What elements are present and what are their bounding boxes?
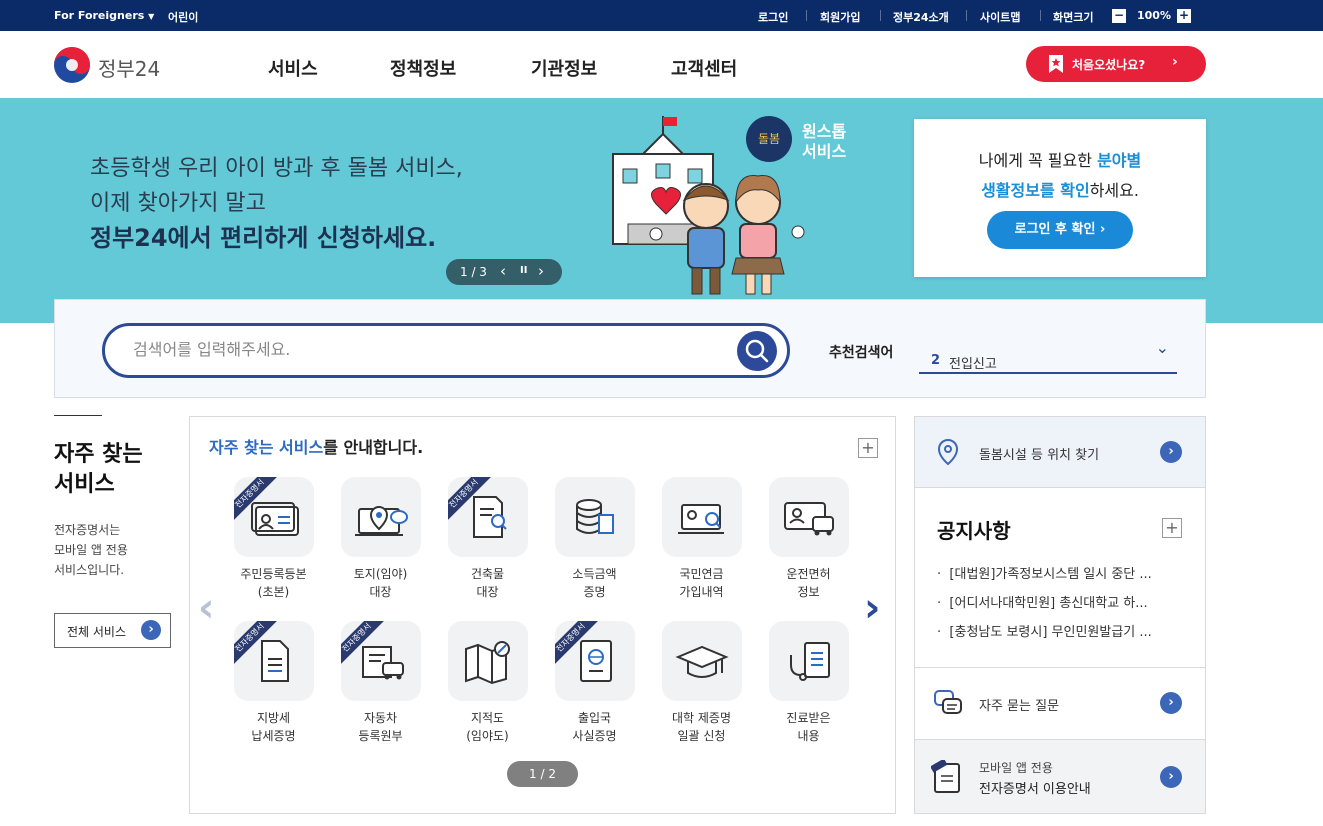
laptop-search-icon	[677, 504, 724, 534]
chevron-right-icon: ›	[141, 620, 161, 640]
next-slide-button[interactable]: ›	[538, 262, 544, 280]
services-heading: 자주 찾는 서비스를 안내합니다.	[209, 438, 424, 457]
login-link[interactable]: 로그인	[758, 9, 788, 25]
nav-policy[interactable]: 정책정보	[390, 55, 456, 81]
service-resident-registration[interactable]: 전자증명서 주민등록등본 (초본)	[220, 477, 327, 601]
bookmark-star-icon	[1049, 55, 1063, 73]
zoom-value: 100%	[1137, 9, 1171, 22]
map-pin-laptop-icon	[354, 506, 408, 536]
notice-item[interactable]: · [충청남도 보령시] 무인민원발급기 ...	[937, 621, 1152, 640]
service-land-register[interactable]: 토지(임야) 대장	[327, 477, 434, 601]
recommend-keyword[interactable]: 2 전입신고 ⌄	[919, 338, 1177, 374]
pause-button[interactable]: II	[520, 265, 527, 276]
nav-agency[interactable]: 기관정보	[531, 55, 597, 81]
all-services-button[interactable]: 전체 서비스 ›	[54, 613, 171, 648]
nav-services[interactable]: 서비스	[268, 55, 318, 81]
for-foreigners-link[interactable]: For Foreigners ▼	[54, 9, 154, 22]
taegeuk-logo-icon	[54, 47, 90, 83]
service-university-certificate[interactable]: 대학 제증명 일괄 신청	[648, 621, 755, 745]
caret-down-icon: ▼	[148, 12, 155, 21]
chevron-right-icon: ›	[1172, 54, 1178, 70]
search-panel: 추천검색어 2 전입신고 ⌄	[54, 299, 1206, 398]
service-local-tax[interactable]: 전자증명서 지방세 납세증명	[220, 621, 327, 745]
logo-text: 정부24	[98, 57, 161, 81]
mobile-ecert-guide-link[interactable]: 모바일 앱 전용 전자증명서 이용안내 ›	[915, 739, 1205, 813]
service-medical-record[interactable]: 진료받은 내용	[755, 621, 862, 745]
notice-title: 공지사항	[937, 519, 1011, 543]
faq-link[interactable]: 자주 묻는 질문 ›	[915, 667, 1205, 739]
notice-item[interactable]: · [대법원]가족정보시스템 일시 중단 ...	[937, 563, 1152, 582]
location-pin-icon	[937, 438, 959, 466]
frequent-intro: 자주 찾는 서비스 전자증명서는 모바일 앱 전용 서비스입니다. 전체 서비스…	[54, 415, 194, 675]
service-cadastral-map[interactable]: 지적도 (임야도)	[434, 621, 541, 745]
hero-line-1: 초등학생 우리 아이 방과 후 돌봄 서비스,	[90, 156, 463, 181]
search-box	[102, 323, 790, 378]
about-link[interactable]: 정부24소개	[893, 9, 949, 25]
folded-map-icon	[464, 641, 510, 685]
divider	[54, 415, 102, 416]
search-input[interactable]	[133, 340, 693, 359]
next-arrow-icon[interactable]: ›	[864, 585, 880, 631]
frequent-desc: 전자증명서는 모바일 앱 전용 서비스입니다.	[54, 523, 128, 577]
service-immigration[interactable]: 전자증명서 출입국 사실증명	[541, 621, 648, 745]
recommend-label: 추천검색어	[829, 345, 894, 361]
hero-line-3: 정부24에서 편리하게 신청하세요.	[90, 224, 437, 252]
hero-pager: 1 / 3 ‹ II ›	[446, 259, 562, 285]
chevron-right-icon: ›	[1160, 441, 1182, 463]
search-icon	[745, 339, 769, 363]
signup-link[interactable]: 회원가입	[820, 9, 860, 25]
database-document-icon	[575, 499, 614, 534]
mobile-certificate-icon	[931, 760, 960, 793]
more-notices-button[interactable]: +	[1162, 518, 1182, 538]
license-car-icon	[783, 502, 834, 536]
prev-arrow-icon[interactable]: ‹	[198, 585, 214, 631]
life-info-card: 나에게 꼭 필요한 분야별 생활정보를 확인하세요. 로그인 후 확인 ›	[914, 119, 1206, 277]
notice-item[interactable]: · [어디서나대학민원] 총신대학교 하...	[937, 592, 1148, 611]
service-national-pension[interactable]: 국민연금 가입내역	[648, 477, 755, 601]
login-check-button[interactable]: 로그인 후 확인 ›	[987, 211, 1133, 249]
chevron-right-icon: ›	[1160, 766, 1182, 788]
first-visit-button[interactable]: 처음오셨나요? ›	[1026, 46, 1206, 82]
service-driver-license[interactable]: 운전면허 정보	[755, 477, 862, 601]
hero-banner: 초등학생 우리 아이 방과 후 돌봄 서비스, 이제 찾아가지 말고 정부24에…	[0, 98, 1323, 323]
frequent-services-panel: 자주 찾는 서비스를 안내합니다. + ‹ › 전자증명서 주민등록등본 (초본)…	[189, 416, 896, 814]
service-income-certificate[interactable]: 소득금액 증명	[541, 477, 648, 601]
screen-size-label: 화면크기	[1053, 11, 1094, 24]
chevron-right-icon: ›	[1099, 222, 1106, 237]
graduation-cap-icon	[674, 645, 729, 678]
chevron-down-icon[interactable]: ⌄	[1156, 338, 1169, 357]
care-locator-link[interactable]: 돌봄시설 등 위치 찾기 ›	[915, 417, 1205, 488]
zoom-out-button[interactable]: −	[1112, 9, 1126, 23]
service-building-register[interactable]: 전자증명서 건축물 대장	[434, 477, 541, 601]
right-sidebar: 돌봄시설 등 위치 찾기 › 공지사항 + · [대법원]가족정보시스템 일시 …	[914, 416, 1206, 814]
more-services-button[interactable]: +	[858, 438, 878, 458]
hero-line-2: 이제 찾아가지 말고	[90, 191, 266, 216]
utility-bar: For Foreigners ▼ 어린이 로그인 회원가입 정부24소개 사이트…	[0, 0, 1323, 31]
care-badge-icon: 돌봄	[746, 116, 792, 162]
kids-link[interactable]: 어린이	[168, 9, 198, 25]
zoom-in-button[interactable]: +	[1177, 9, 1191, 23]
onestop-title: 원스톱 서비스	[802, 122, 847, 161]
stethoscope-clipboard-icon	[789, 642, 830, 681]
services-page-indicator: 1 / 2	[507, 761, 578, 787]
nav-customer-center[interactable]: 고객센터	[671, 55, 737, 81]
chat-bubbles-icon	[934, 690, 962, 714]
service-vehicle-register[interactable]: 전자증명서 자동차 등록원부	[327, 621, 434, 745]
header: 정부24 서비스 정책정보 기관정보 고객센터 처음오셨나요? ›	[0, 31, 1323, 98]
chevron-right-icon: ›	[1160, 692, 1182, 714]
frequent-title: 자주 찾는 서비스	[54, 442, 143, 497]
search-button[interactable]	[737, 331, 777, 371]
sitemap-link[interactable]: 사이트맵	[980, 9, 1020, 25]
prev-slide-button[interactable]: ‹	[500, 262, 506, 280]
